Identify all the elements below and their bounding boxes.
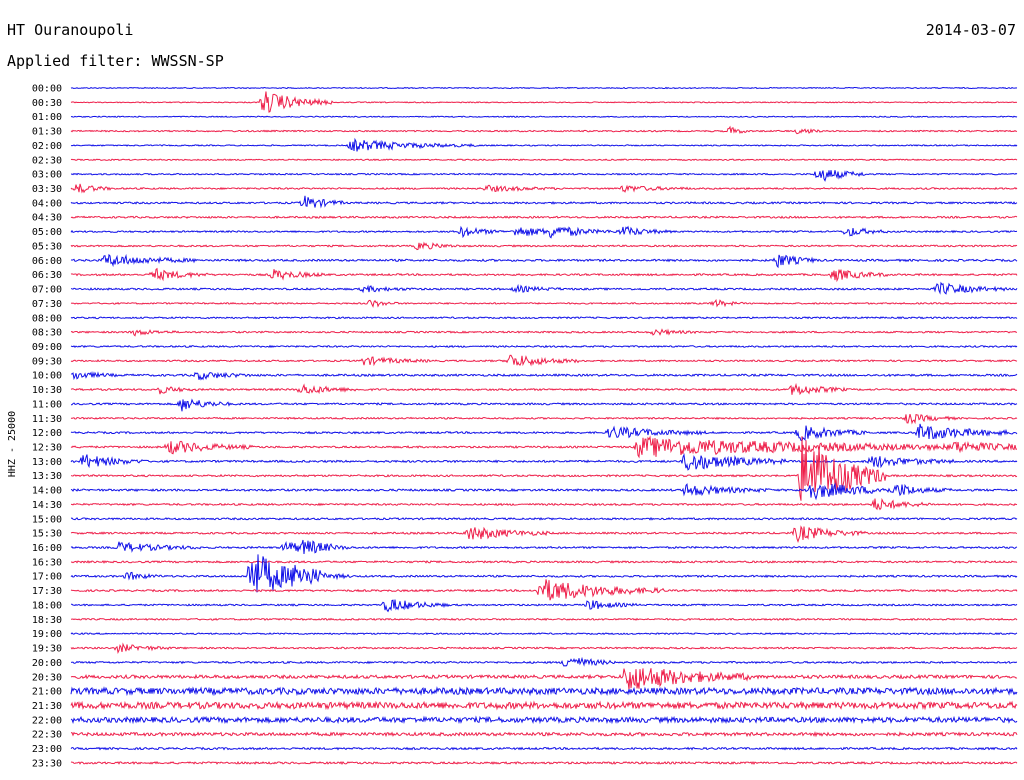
- trace-14:30: [71, 497, 1018, 511]
- row-time-label: 06:30: [32, 270, 62, 281]
- trace-01:00: [70, 115, 1018, 118]
- row-time-label: 07:00: [32, 285, 62, 296]
- trace-03:00: [70, 170, 1018, 182]
- row-time-label: 02:00: [32, 141, 62, 152]
- trace-07:00: [70, 281, 1018, 295]
- trace-02:30: [70, 158, 1018, 162]
- trace-22:00: [70, 715, 1018, 725]
- row-time-label: 08:30: [32, 328, 62, 339]
- row-time-label: 05:00: [32, 227, 62, 238]
- row-time-label: 00:30: [32, 98, 62, 109]
- trace-05:00: [70, 225, 1018, 239]
- row-time-label: 02:30: [32, 155, 62, 166]
- trace-16:00: [70, 539, 1018, 555]
- trace-19:30: [70, 642, 1018, 655]
- row-time-label: 19:30: [32, 644, 62, 655]
- trace-04:00: [70, 195, 1018, 209]
- trace-15:00: [70, 516, 1018, 521]
- row-time-label: 17:00: [32, 572, 62, 583]
- trace-10:30: [70, 382, 1018, 396]
- row-time-label: 15:30: [32, 529, 62, 540]
- row-time-label: 18:30: [32, 615, 62, 626]
- row-time-label: 04:00: [32, 198, 62, 209]
- row-time-label: 22:30: [32, 730, 62, 741]
- row-time-label: 12:00: [32, 428, 62, 439]
- trace-21:00: [70, 686, 1018, 697]
- row-time-label: 20:30: [32, 672, 62, 683]
- trace-03:30: [70, 183, 1018, 194]
- trace-12:00: [70, 423, 1018, 442]
- row-time-label: 04:30: [32, 213, 62, 224]
- trace-10:00: [70, 371, 1018, 381]
- trace-20:30: [70, 668, 1018, 690]
- row-time-label: 20:00: [32, 658, 62, 669]
- row-time-label: 11:00: [32, 399, 62, 410]
- row-time-label: 16:30: [32, 557, 62, 568]
- trace-23:00: [70, 746, 1018, 751]
- row-time-label: 11:30: [32, 414, 62, 425]
- trace-01:30: [70, 125, 1018, 135]
- trace-00:00: [70, 86, 1018, 90]
- trace-05:30: [70, 241, 1018, 251]
- trace-23:30: [70, 760, 1018, 765]
- row-time-label: 10:00: [32, 371, 62, 382]
- row-time-label: 01:00: [32, 112, 62, 123]
- row-time-label: 23:00: [32, 744, 62, 755]
- trace-19:00: [70, 632, 1018, 636]
- row-time-label: 16:00: [32, 543, 62, 554]
- trace-08:30: [70, 328, 1017, 337]
- row-time-label: 03:30: [32, 184, 62, 195]
- trace-14:00: [70, 482, 1018, 501]
- trace-04:30: [70, 215, 1018, 220]
- row-time-label: 21:30: [32, 701, 62, 712]
- row-time-label: 01:30: [32, 127, 62, 138]
- row-time-label: 13:30: [32, 471, 62, 482]
- row-time-label: 13:00: [32, 457, 62, 468]
- row-time-label: 14:30: [32, 500, 62, 511]
- row-time-label: 03:00: [32, 170, 62, 181]
- trace-13:00: [70, 453, 1018, 471]
- trace-18:30: [70, 617, 1018, 621]
- trace-06:30: [70, 267, 1018, 283]
- trace-06:00: [70, 253, 1018, 269]
- trace-18:00: [71, 599, 1018, 613]
- trace-09:00: [70, 344, 1018, 349]
- row-time-label: 22:00: [32, 715, 62, 726]
- trace-09:30: [70, 354, 1018, 367]
- trace-20:00: [70, 656, 1018, 667]
- row-time-label: 17:30: [32, 586, 62, 597]
- trace-22:30: [70, 731, 1018, 738]
- trace-02:00: [70, 137, 1018, 152]
- row-time-label: 07:30: [32, 299, 62, 310]
- trace-17:30: [70, 579, 1018, 601]
- row-time-label: 05:30: [32, 241, 62, 252]
- row-time-label: 15:00: [32, 514, 62, 525]
- row-time-label: 06:00: [32, 256, 62, 267]
- trace-12:30: [70, 435, 1018, 459]
- trace-11:00: [71, 398, 1018, 412]
- trace-00:30: [70, 91, 1018, 113]
- row-time-label: 14:00: [32, 486, 62, 497]
- trace-07:30: [70, 298, 1018, 308]
- row-time-label: 18:00: [32, 600, 62, 611]
- helicorder-plot: 00:00 00:30 01:00 01:30 02:00 02:30 03:00 03:30…: [32, 84, 1018, 769]
- row-time-label: 09:30: [32, 356, 62, 367]
- row-time-label: 08:00: [32, 313, 62, 324]
- row-time-label: 10:30: [32, 385, 62, 396]
- trace-16:30: [70, 560, 1018, 564]
- row-time-label: 09:00: [32, 342, 62, 353]
- trace-11:30: [70, 413, 1018, 425]
- trace-21:30: [70, 700, 1018, 711]
- row-time-label: 21:00: [32, 687, 62, 698]
- trace-08:00: [70, 316, 1018, 320]
- row-time-label: 19:00: [32, 629, 62, 640]
- trace-15:30: [70, 525, 1018, 544]
- row-time-label: 00:00: [32, 84, 62, 95]
- row-time-label: 12:30: [32, 443, 62, 454]
- row-time-label: 23:30: [32, 758, 62, 769]
